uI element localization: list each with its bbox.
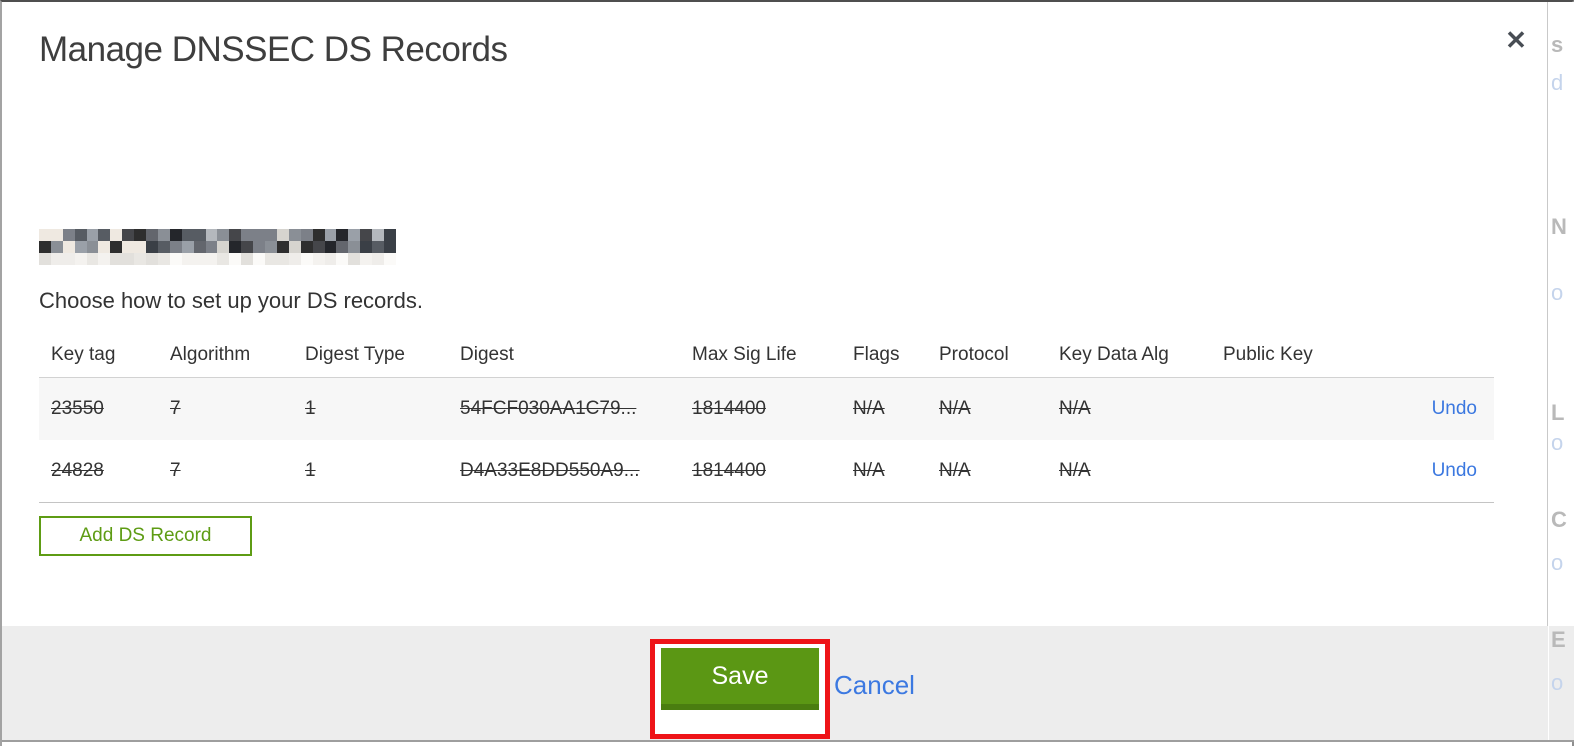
close-icon[interactable]: ✕ — [1500, 24, 1532, 56]
col-header-algorithm: Algorithm — [170, 343, 251, 365]
cell-flags: N/A — [853, 460, 885, 481]
cell-key-tag: 24828 — [51, 460, 104, 481]
cell-algorithm: 7 — [170, 460, 181, 481]
background-text-fragment: s — [1551, 32, 1564, 57]
ds-records-table: Key tag Algorithm Digest Type Digest Max… — [39, 332, 1494, 503]
dialog-subtitle: Choose how to set up your DS records. — [39, 288, 423, 313]
cell-key-data-alg: N/A — [1059, 460, 1091, 481]
red-highlight-annotation: Save — [650, 639, 830, 739]
dialog-footer: Save Cancel — [2, 626, 1548, 740]
save-button[interactable]: Save — [661, 648, 819, 710]
background-text-fragment: o — [1551, 430, 1564, 455]
dialog-title: Manage DNSSEC DS Records — [39, 30, 508, 69]
cell-algorithm: 7 — [170, 398, 181, 419]
col-header-protocol: Protocol — [939, 343, 1009, 365]
background-text-fragment: d — [1551, 70, 1564, 95]
redacted-domain-name — [39, 229, 396, 265]
cell-digest: 54FCF030AA1C79... — [460, 398, 637, 419]
background-text-fragment: N — [1551, 214, 1567, 239]
cell-max-sig-life: 1814400 — [692, 398, 766, 419]
background-text-fragment: C — [1551, 507, 1567, 532]
table-header-row: Key tag Algorithm Digest Type Digest Max… — [39, 332, 1494, 377]
cell-key-data-alg: N/A — [1059, 398, 1091, 419]
table-row: 23550 7 1 54FCF030AA1C79... 1814400 N/A … — [39, 377, 1494, 440]
cell-key-tag: 23550 — [51, 398, 104, 419]
background-text-fragment: o — [1551, 550, 1564, 575]
background-page-strip: sdNoLoCoEo — [1549, 2, 1574, 740]
cell-protocol: N/A — [939, 398, 971, 419]
col-header-flags: Flags — [853, 343, 900, 365]
table-row: 24828 7 1 D4A33E8DD550A9... 1814400 N/A … — [39, 440, 1494, 503]
cell-digest-type: 1 — [305, 398, 316, 419]
col-header-digest-type: Digest Type — [305, 343, 405, 365]
cell-protocol: N/A — [939, 460, 971, 481]
cancel-link[interactable]: Cancel — [834, 670, 915, 701]
undo-link[interactable]: Undo — [1432, 398, 1477, 419]
cell-digest: D4A33E8DD550A9... — [460, 460, 640, 481]
manage-dnssec-dialog: Manage DNSSEC DS Records ✕ Choose how to… — [2, 2, 1548, 742]
background-text-fragment: L — [1551, 400, 1565, 425]
undo-link[interactable]: Undo — [1432, 460, 1477, 481]
screenshot-frame: Manage DNSSEC DS Records ✕ Choose how to… — [0, 0, 1574, 746]
col-header-max-sig-life: Max Sig Life — [692, 343, 797, 365]
background-text-fragment: o — [1551, 280, 1564, 305]
cell-max-sig-life: 1814400 — [692, 460, 766, 481]
background-text-fragment: E — [1551, 627, 1566, 652]
col-header-public-key: Public Key — [1223, 343, 1313, 365]
frame-bottom-border — [2, 740, 1574, 742]
col-header-key-data-alg: Key Data Alg — [1059, 343, 1169, 365]
col-header-key-tag: Key tag — [51, 343, 116, 365]
col-header-digest: Digest — [460, 343, 514, 365]
add-ds-record-button[interactable]: Add DS Record — [39, 516, 252, 556]
background-text-fragment: o — [1551, 670, 1564, 695]
cell-flags: N/A — [853, 398, 885, 419]
cell-digest-type: 1 — [305, 460, 316, 481]
